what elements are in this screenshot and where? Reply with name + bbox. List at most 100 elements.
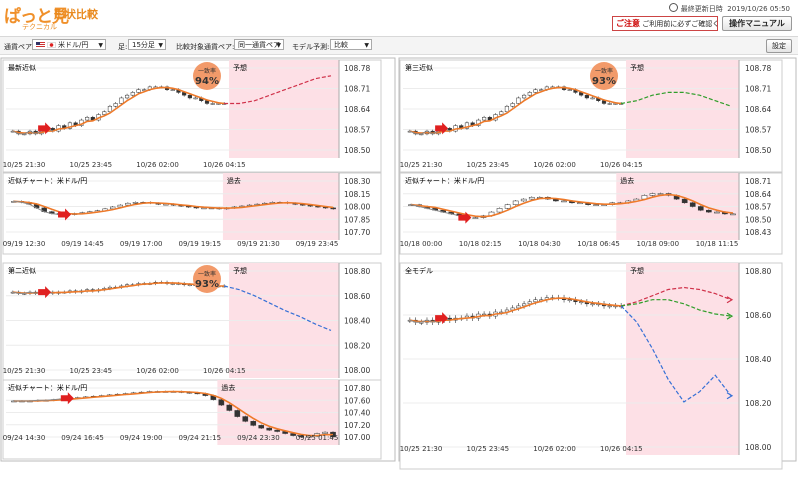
- y-tick-label: 108.57: [745, 126, 771, 135]
- candle: [210, 103, 215, 105]
- x-tick-label: 10/26 04:15: [203, 367, 246, 375]
- chart-panel-0: [2, 59, 382, 173]
- candle: [119, 97, 124, 104]
- y-tick-label: 108.57: [745, 203, 771, 212]
- y-tick-label: 108.78: [344, 64, 370, 73]
- y-tick-label: 108.30: [344, 177, 370, 186]
- candle: [125, 202, 131, 206]
- x-tick-label: 09/24 19:00: [120, 434, 163, 442]
- y-tick-label: 108.60: [745, 311, 771, 320]
- candle: [496, 208, 503, 213]
- x-tick-label: 10/18 04:30: [518, 240, 561, 248]
- candle: [330, 207, 336, 210]
- candle: [170, 89, 175, 91]
- candle: [714, 211, 720, 214]
- y-tick-label: 108.00: [344, 203, 370, 212]
- x-tick-label: 10/26 02:00: [533, 445, 576, 453]
- candle: [516, 97, 521, 104]
- candle: [657, 193, 664, 195]
- candle: [512, 200, 519, 205]
- y-tick-label: 108.57: [344, 126, 370, 135]
- x-tick-label: 09/19 21:30: [237, 240, 280, 248]
- candle: [520, 198, 527, 202]
- x-tick-label: 10/18 09:00: [637, 240, 680, 248]
- candle: [482, 117, 487, 121]
- x-tick-label: 09/24 16:45: [61, 434, 104, 442]
- x-tick-label: 09/19 12:30: [3, 240, 46, 248]
- candle: [527, 92, 532, 96]
- candle: [85, 117, 90, 121]
- y-tick-label: 107.80: [344, 384, 370, 393]
- x-tick-label: 09/19 17:00: [120, 240, 163, 248]
- x-tick-label: 09/24 21:15: [179, 434, 222, 442]
- chart-title: 近似チャート：米ドル/円: [8, 383, 87, 392]
- y-tick-label: 107.40: [344, 409, 370, 418]
- candle: [533, 299, 538, 303]
- match-rate-value: 93%: [195, 279, 219, 290]
- x-tick-label: 10/25 21:30: [400, 161, 443, 169]
- past-badge: 過去: [221, 383, 235, 392]
- y-tick-label: 108.00: [344, 366, 370, 375]
- candle: [274, 429, 280, 432]
- candle: [590, 303, 595, 306]
- y-tick-label: 108.78: [745, 64, 771, 73]
- x-tick-label: 10/26 02:00: [136, 161, 179, 169]
- candle: [533, 89, 538, 93]
- match-rate-label: 一致率: [198, 270, 216, 278]
- candle: [504, 204, 511, 209]
- candle: [528, 196, 535, 200]
- candle: [504, 105, 510, 113]
- chart-panel-4: [2, 262, 382, 393]
- forecast-badge: 予想: [233, 63, 247, 72]
- y-tick-label: 108.64: [745, 105, 771, 114]
- candle: [266, 427, 273, 431]
- y-tick-label: 108.00: [745, 443, 771, 452]
- y-tick-label: 108.60: [344, 292, 370, 301]
- x-tick-label: 10/25 21:30: [3, 161, 46, 169]
- match-rate-label: 一致率: [595, 67, 613, 75]
- candle: [499, 111, 504, 115]
- candle: [607, 103, 612, 105]
- candle: [567, 299, 572, 301]
- candle: [706, 209, 712, 213]
- x-tick-label: 10/25 23:45: [466, 161, 509, 169]
- charts-area: 108.78 108.71 108.64 108.57 108.50 10/25 21:3…: [0, 57, 797, 470]
- x-tick-label: 10/26 04:15: [203, 161, 246, 169]
- candle: [521, 303, 527, 307]
- x-tick-label: 10/25 21:30: [3, 367, 46, 375]
- chart-title: 全モデル: [405, 266, 433, 275]
- forecast-badge: 予想: [233, 266, 247, 275]
- candle: [226, 404, 233, 411]
- x-tick-label: 09/25 01:45: [296, 434, 339, 442]
- y-tick-label: 108.40: [745, 355, 771, 364]
- candle: [607, 305, 612, 308]
- x-tick-label: 10/18 06:45: [577, 240, 620, 248]
- chart-title: 近似チャート：米ドル/円: [405, 176, 484, 185]
- x-tick-label: 09/19 19:15: [179, 240, 222, 248]
- candle: [258, 425, 265, 429]
- x-tick-label: 09/19 23:45: [296, 240, 339, 248]
- candle: [218, 399, 225, 406]
- y-tick-label: 107.85: [344, 215, 370, 224]
- candle: [697, 206, 704, 211]
- y-tick-label: 108.50: [745, 146, 771, 155]
- chart-title: 第三近似: [405, 63, 433, 72]
- x-tick-label: 10/26 04:15: [600, 161, 643, 169]
- candle: [124, 94, 130, 99]
- candle: [516, 305, 521, 309]
- y-tick-label: 108.50: [745, 215, 771, 224]
- candle: [130, 92, 135, 96]
- y-tick-label: 108.50: [344, 146, 370, 155]
- chart-panel-6: [399, 262, 783, 470]
- x-tick-label: 10/25 23:45: [69, 367, 112, 375]
- chart-panel-2: [399, 59, 783, 173]
- chart-title: 第二近似: [8, 266, 36, 275]
- x-tick-label: 10/18 00:00: [400, 240, 443, 248]
- candle: [107, 105, 113, 113]
- y-tick-label: 108.15: [344, 190, 370, 199]
- y-tick-label: 107.00: [344, 433, 370, 442]
- y-tick-label: 108.80: [344, 267, 370, 276]
- candle: [250, 421, 257, 426]
- candle: [242, 416, 249, 422]
- candle: [510, 103, 515, 107]
